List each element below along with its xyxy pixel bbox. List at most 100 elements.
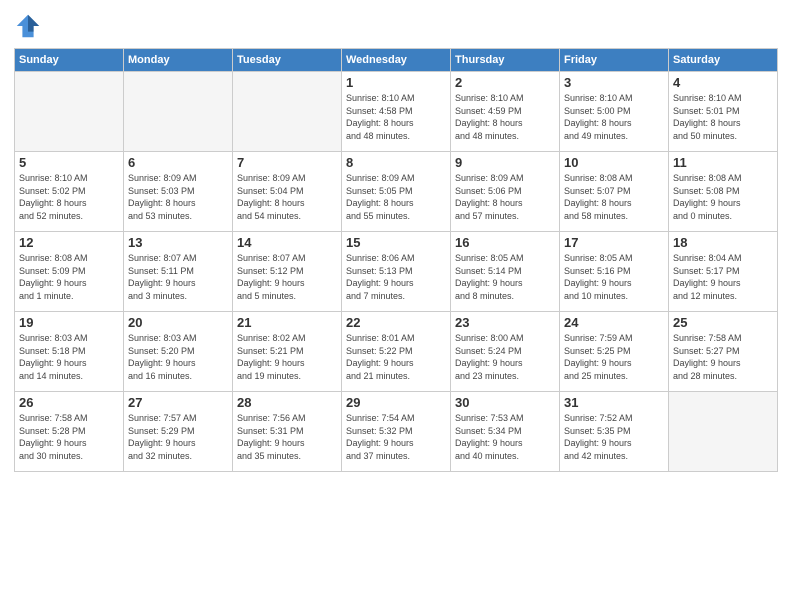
day-info: Sunrise: 8:08 AMSunset: 5:08 PMDaylight:… [673,172,773,222]
day-number: 7 [237,155,337,170]
day-number: 27 [128,395,228,410]
day-number: 15 [346,235,446,250]
calendar-cell: 27 Sunrise: 7:57 AMSunset: 5:29 PMDayligh… [124,392,233,472]
calendar-cell [669,392,778,472]
weekday-thursday: Thursday [451,49,560,72]
day-info: Sunrise: 8:07 AMSunset: 5:12 PMDaylight:… [237,252,337,302]
calendar-cell: 15 Sunrise: 8:06 AMSunset: 5:13 PMDayligh… [342,232,451,312]
calendar-cell: 29 Sunrise: 7:54 AMSunset: 5:32 PMDayligh… [342,392,451,472]
calendar-cell: 16Sunrise: 8:05 AMSunset: 5:14 PMDayligh… [451,232,560,312]
calendar-cell: 28Sunrise: 7:56 AMSunset: 5:31 PMDayligh… [233,392,342,472]
weekday-saturday: Saturday [669,49,778,72]
calendar-cell: 26 Sunrise: 7:58 AMSunset: 5:28 PMDayligh… [15,392,124,472]
day-info: Sunrise: 8:10 AMSunset: 4:59 PMDaylight:… [455,92,555,142]
calendar-cell: 13 Sunrise: 8:07 AMSunset: 5:11 PMDayligh… [124,232,233,312]
day-number: 6 [128,155,228,170]
calendar-cell: 18 Sunrise: 8:04 AMSunset: 5:17 PMDayligh… [669,232,778,312]
day-info: Sunrise: 7:58 AMSunset: 5:28 PMDaylight:… [19,412,119,462]
day-info: Sunrise: 7:52 AMSunset: 5:35 PMDaylight:… [564,412,664,462]
day-number: 18 [673,235,773,250]
week-row-4: 26 Sunrise: 7:58 AMSunset: 5:28 PMDayligh… [15,392,778,472]
day-info: Sunrise: 8:10 AMSunset: 5:02 PMDaylight:… [19,172,119,222]
calendar-cell: 22 Sunrise: 8:01 AMSunset: 5:22 PMDayligh… [342,312,451,392]
calendar-cell: 4Sunrise: 8:10 AMSunset: 5:01 PMDaylight… [669,72,778,152]
weekday-tuesday: Tuesday [233,49,342,72]
day-info: Sunrise: 8:05 AMSunset: 5:16 PMDaylight:… [564,252,664,302]
day-number: 26 [19,395,119,410]
day-info: Sunrise: 7:57 AMSunset: 5:29 PMDaylight:… [128,412,228,462]
day-info: Sunrise: 8:03 AMSunset: 5:20 PMDaylight:… [128,332,228,382]
day-number: 28 [237,395,337,410]
day-info: Sunrise: 8:09 AMSunset: 5:06 PMDaylight:… [455,172,555,222]
calendar-cell: 25 Sunrise: 7:58 AMSunset: 5:27 PMDayligh… [669,312,778,392]
day-number: 1 [346,75,446,90]
logo-icon [14,12,42,40]
calendar-cell: 31 Sunrise: 7:52 AMSunset: 5:35 PMDayligh… [560,392,669,472]
day-number: 30 [455,395,555,410]
day-info: Sunrise: 8:08 AMSunset: 5:09 PMDaylight:… [19,252,119,302]
day-number: 3 [564,75,664,90]
day-number: 19 [19,315,119,330]
day-number: 9 [455,155,555,170]
calendar-cell: 10Sunrise: 8:08 AMSunset: 5:07 PMDayligh… [560,152,669,232]
calendar-cell: 23Sunrise: 8:00 AMSunset: 5:24 PMDayligh… [451,312,560,392]
day-number: 23 [455,315,555,330]
calendar-cell: 19Sunrise: 8:03 AMSunset: 5:18 PMDayligh… [15,312,124,392]
week-row-3: 19Sunrise: 8:03 AMSunset: 5:18 PMDayligh… [15,312,778,392]
day-number: 29 [346,395,446,410]
weekday-header-row: SundayMondayTuesdayWednesdayThursdayFrid… [15,49,778,72]
calendar-cell: 17 Sunrise: 8:05 AMSunset: 5:16 PMDayligh… [560,232,669,312]
day-info: Sunrise: 8:04 AMSunset: 5:17 PMDaylight:… [673,252,773,302]
day-number: 17 [564,235,664,250]
day-number: 31 [564,395,664,410]
day-info: Sunrise: 8:01 AMSunset: 5:22 PMDaylight:… [346,332,446,382]
calendar-cell: 3 Sunrise: 8:10 AMSunset: 5:00 PMDaylight… [560,72,669,152]
calendar-cell: 14Sunrise: 8:07 AMSunset: 5:12 PMDayligh… [233,232,342,312]
calendar-cell: 20 Sunrise: 8:03 AMSunset: 5:20 PMDayligh… [124,312,233,392]
calendar-table: SundayMondayTuesdayWednesdayThursdayFrid… [14,48,778,472]
weekday-sunday: Sunday [15,49,124,72]
day-number: 11 [673,155,773,170]
day-info: Sunrise: 8:10 AMSunset: 5:00 PMDaylight:… [564,92,664,142]
day-number: 25 [673,315,773,330]
calendar-cell: 5 Sunrise: 8:10 AMSunset: 5:02 PMDaylight… [15,152,124,232]
calendar-cell [124,72,233,152]
calendar-cell: 21 Sunrise: 8:02 AMSunset: 5:21 PMDayligh… [233,312,342,392]
day-number: 8 [346,155,446,170]
day-info: Sunrise: 8:07 AMSunset: 5:11 PMDaylight:… [128,252,228,302]
weekday-wednesday: Wednesday [342,49,451,72]
day-info: Sunrise: 8:10 AMSunset: 5:01 PMDaylight:… [673,92,773,142]
day-info: Sunrise: 8:09 AMSunset: 5:05 PMDaylight:… [346,172,446,222]
day-number: 20 [128,315,228,330]
day-info: Sunrise: 7:58 AMSunset: 5:27 PMDaylight:… [673,332,773,382]
calendar-cell [15,72,124,152]
calendar-cell: 1 Sunrise: 8:10 AMSunset: 4:58 PMDaylight… [342,72,451,152]
day-number: 16 [455,235,555,250]
day-info: Sunrise: 8:06 AMSunset: 5:13 PMDaylight:… [346,252,446,302]
calendar-cell: 9 Sunrise: 8:09 AMSunset: 5:06 PMDaylight… [451,152,560,232]
weekday-monday: Monday [124,49,233,72]
day-info: Sunrise: 7:59 AMSunset: 5:25 PMDaylight:… [564,332,664,382]
calendar-cell: 8 Sunrise: 8:09 AMSunset: 5:05 PMDaylight… [342,152,451,232]
day-info: Sunrise: 7:54 AMSunset: 5:32 PMDaylight:… [346,412,446,462]
day-info: Sunrise: 8:10 AMSunset: 4:58 PMDaylight:… [346,92,446,142]
day-number: 5 [19,155,119,170]
calendar-cell: 24Sunrise: 7:59 AMSunset: 5:25 PMDayligh… [560,312,669,392]
calendar-cell [233,72,342,152]
week-row-0: 1 Sunrise: 8:10 AMSunset: 4:58 PMDaylight… [15,72,778,152]
day-number: 22 [346,315,446,330]
day-info: Sunrise: 8:02 AMSunset: 5:21 PMDaylight:… [237,332,337,382]
day-number: 21 [237,315,337,330]
day-info: Sunrise: 8:09 AMSunset: 5:03 PMDaylight:… [128,172,228,222]
week-row-2: 12 Sunrise: 8:08 AMSunset: 5:09 PMDayligh… [15,232,778,312]
day-number: 12 [19,235,119,250]
page: SundayMondayTuesdayWednesdayThursdayFrid… [0,0,792,612]
day-number: 10 [564,155,664,170]
day-number: 13 [128,235,228,250]
day-info: Sunrise: 7:53 AMSunset: 5:34 PMDaylight:… [455,412,555,462]
calendar-cell: 12 Sunrise: 8:08 AMSunset: 5:09 PMDayligh… [15,232,124,312]
calendar-cell: 30 Sunrise: 7:53 AMSunset: 5:34 PMDayligh… [451,392,560,472]
day-number: 2 [455,75,555,90]
day-info: Sunrise: 8:09 AMSunset: 5:04 PMDaylight:… [237,172,337,222]
calendar-cell: 11 Sunrise: 8:08 AMSunset: 5:08 PMDayligh… [669,152,778,232]
